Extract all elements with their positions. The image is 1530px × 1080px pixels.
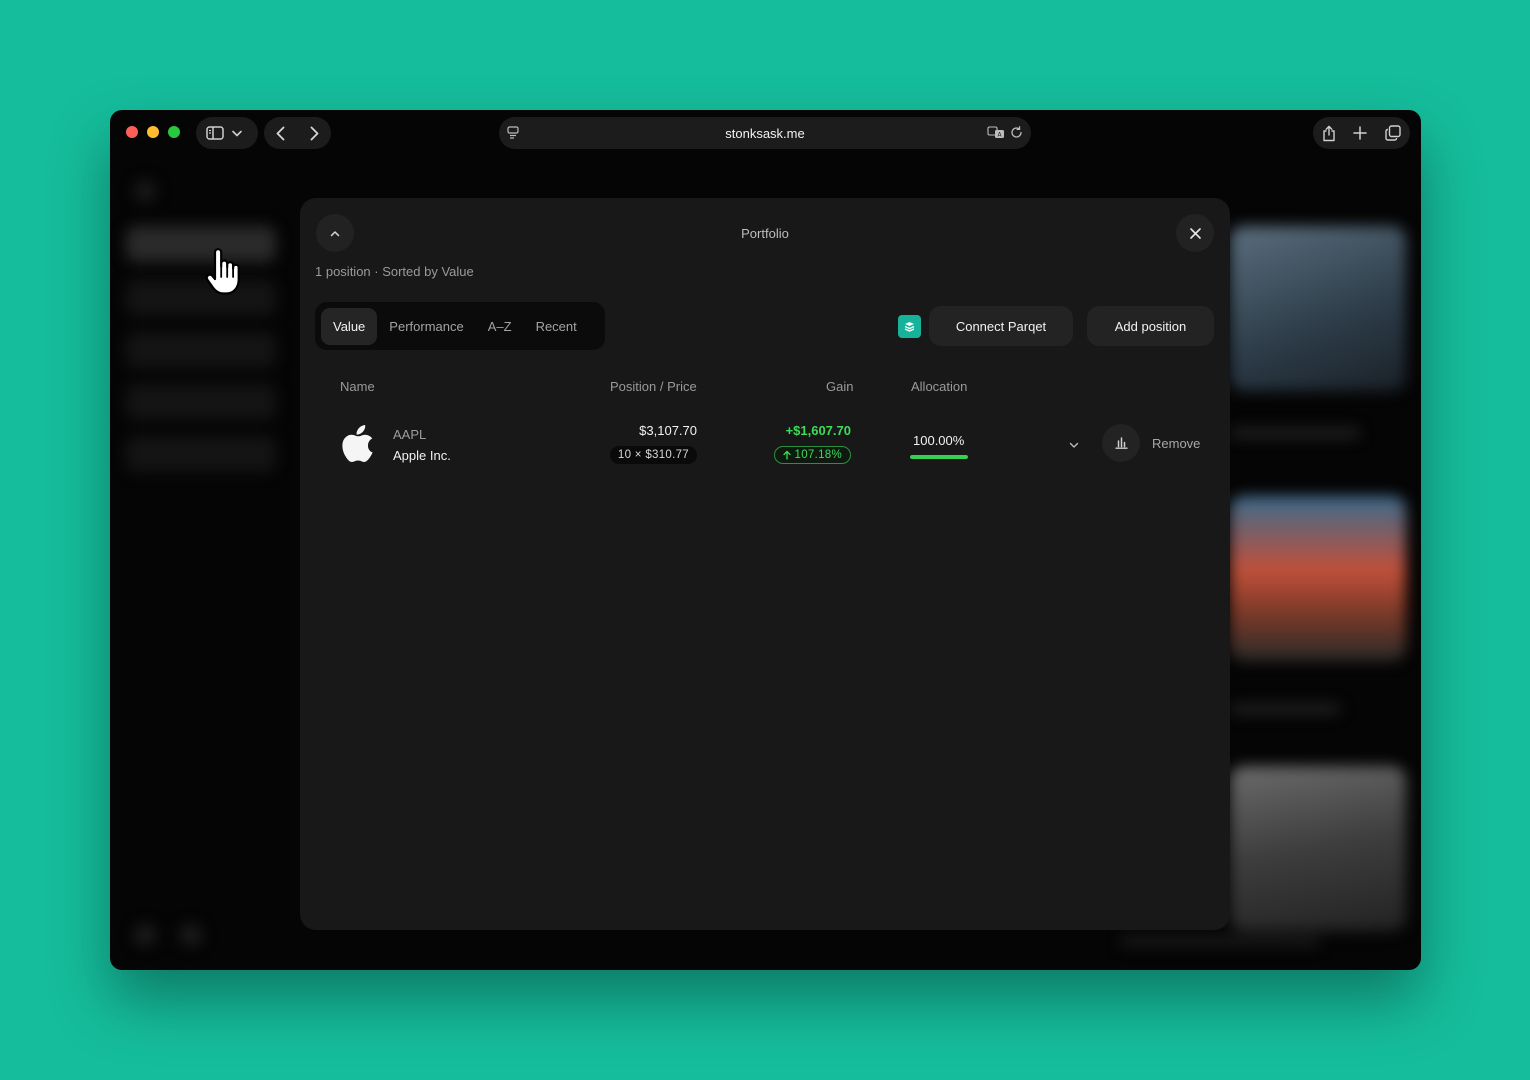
sort-tabs: Value Performance A–Z Recent <box>315 302 605 350</box>
gain-percent-badge: 107.18% <box>773 446 851 464</box>
chart-button[interactable] <box>1102 424 1140 462</box>
apple-logo-icon <box>341 423 377 468</box>
column-header-position-price[interactable]: Position / Price <box>610 379 697 394</box>
address-bar[interactable]: stonksask.me A <box>499 117 1031 149</box>
translate-icon[interactable]: A <box>987 126 1005 144</box>
reload-icon[interactable] <box>1010 126 1023 144</box>
position-ticker: AAPL <box>393 427 427 442</box>
column-header-gain[interactable]: Gain <box>826 379 853 394</box>
parqet-logo-icon <box>898 315 921 338</box>
share-icon[interactable] <box>1322 125 1336 142</box>
close-window-button[interactable] <box>126 126 138 138</box>
chevron-down-icon[interactable] <box>232 130 242 137</box>
arrow-up-icon <box>782 450 791 460</box>
expand-row-chevron-down-icon[interactable] <box>1069 436 1079 454</box>
gain-amount: +$1,607.70 <box>785 423 851 438</box>
position-company-name: Apple Inc. <box>393 448 451 463</box>
allocation-bar <box>910 455 968 459</box>
back-icon[interactable] <box>276 126 285 141</box>
remove-position-button[interactable]: Remove <box>1152 436 1200 451</box>
position-value: $3,107.70 <box>639 423 697 438</box>
add-position-button[interactable]: Add position <box>1087 306 1214 346</box>
url-text: stonksask.me <box>725 126 805 141</box>
forward-icon[interactable] <box>310 126 319 141</box>
portfolio-summary: 1 position · Sorted by Value <box>315 264 474 279</box>
minimize-window-button[interactable] <box>147 126 159 138</box>
sort-tab-value[interactable]: Value <box>321 307 378 345</box>
close-modal-button[interactable] <box>1176 214 1214 252</box>
browser-window: stonksask.me A Portfolio 1 position · So… <box>110 110 1421 970</box>
column-header-allocation[interactable]: Allocation <box>911 379 967 394</box>
portfolio-modal: Portfolio 1 position · Sorted by Value V… <box>300 198 1230 930</box>
bar-chart-icon <box>1114 437 1128 449</box>
quantity-price-badge: 10 × $310.77 <box>609 446 697 464</box>
connect-parqet-button[interactable]: Connect Parqet <box>929 306 1073 346</box>
tabs-icon[interactable] <box>1385 125 1401 141</box>
allocation-bar-fill <box>910 455 968 459</box>
close-icon <box>1189 227 1201 239</box>
sort-tab-performance[interactable]: Performance <box>377 308 475 345</box>
sidebar-icon[interactable] <box>206 126 224 140</box>
hand-cursor-icon <box>203 246 243 303</box>
column-header-name[interactable]: Name <box>340 379 375 394</box>
gain-percent-text: 107.18% <box>794 449 842 461</box>
browser-toolbar: stonksask.me A <box>110 110 1421 156</box>
allocation-value: 100.00% <box>913 433 965 448</box>
position-row[interactable]: AAPL Apple Inc. $3,107.70 10 × $310.77 +… <box>315 410 1215 480</box>
sort-tab-recent[interactable]: Recent <box>524 308 589 345</box>
window-actions-group <box>1313 117 1410 149</box>
sort-tab-a-z[interactable]: A–Z <box>476 308 524 345</box>
sidebar-toggle-group[interactable] <box>196 117 258 149</box>
plus-icon[interactable] <box>1353 126 1368 140</box>
navigation-group <box>264 117 331 149</box>
zoom-window-button[interactable] <box>168 126 180 138</box>
modal-title: Portfolio <box>741 226 789 241</box>
